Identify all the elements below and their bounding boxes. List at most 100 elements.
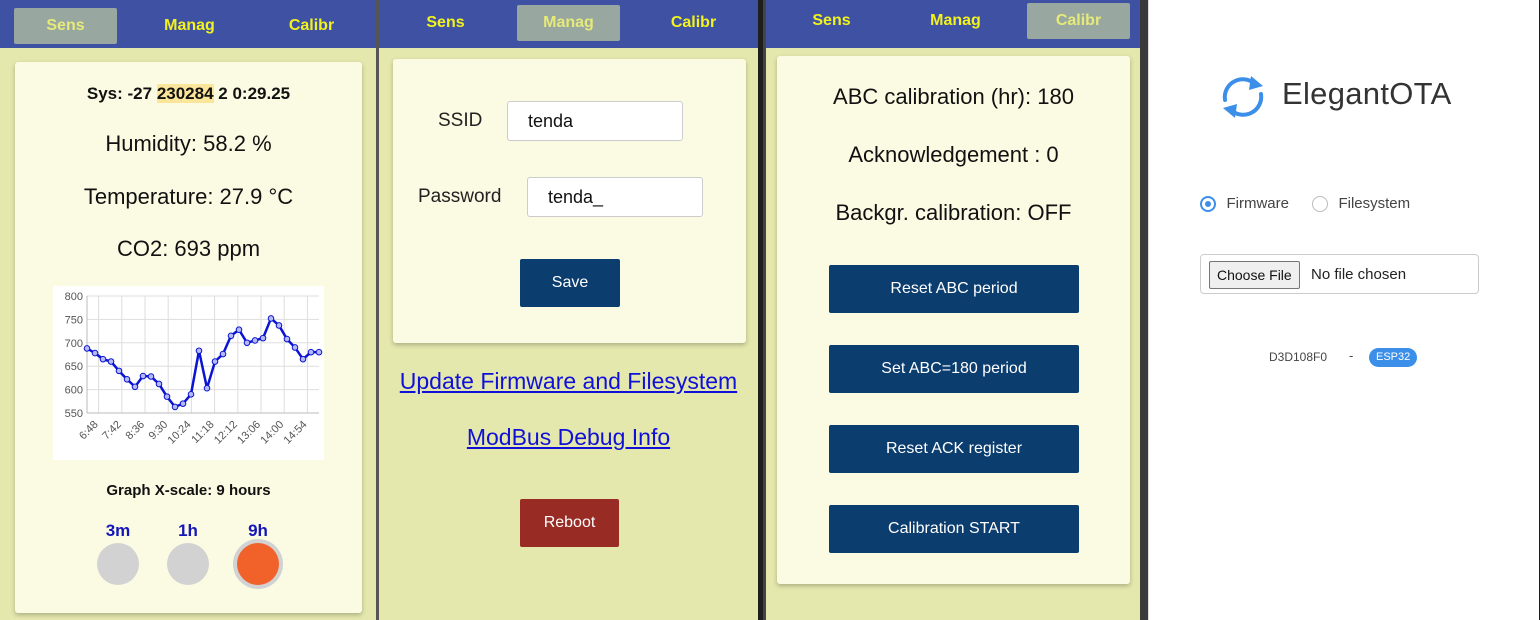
data-point <box>307 348 315 356</box>
x-tick-label: 6:48 <box>77 419 101 443</box>
radio-firmware-label: Firmware <box>1226 195 1289 213</box>
data-point <box>283 335 291 343</box>
ota-panel: ElegantOTA Firmware Filesystem Choose Fi… <box>1148 0 1539 620</box>
device-id: D3D108F0 <box>1269 350 1328 364</box>
data-point <box>187 390 195 398</box>
data-point <box>251 337 259 344</box>
radio-filesystem-dot <box>1312 195 1328 212</box>
sensor-card: Sys: -27 230284 2 0:29.25 Humidity: 58.2… <box>15 62 362 613</box>
reboot-button[interactable]: Reboot <box>520 499 619 547</box>
navbar: Sens Manag Calibr <box>379 0 758 48</box>
choose-file-button[interactable]: Choose File <box>1209 261 1300 289</box>
wifi-card: SSID tenda Password tenda_ Save <box>393 59 746 343</box>
data-point <box>179 400 187 407</box>
data-point <box>203 384 211 392</box>
range-button-9h[interactable] <box>237 543 279 585</box>
tab-calibr[interactable]: Calibr <box>1027 3 1130 39</box>
co2-reading: CO2: 693 ppm <box>116 236 261 261</box>
update-firmware-link[interactable]: Update Firmware and Filesystem <box>379 368 758 395</box>
data-point <box>131 383 139 391</box>
data-point <box>219 350 227 358</box>
ota-logo: ElegantOTA <box>1215 72 1475 122</box>
set-abc-button[interactable]: Set ABC=180 period <box>829 345 1079 393</box>
sys-suffix: 2 0:29.25 <box>213 84 291 103</box>
calibration-start-button[interactable]: Calibration START <box>829 505 1079 553</box>
x-tick-label: 14:54 <box>282 419 310 447</box>
graph-scale-label: Graph X-scale: 9 hours <box>106 482 271 499</box>
data-point <box>155 380 163 388</box>
range-button-1h[interactable] <box>167 543 209 585</box>
data-point <box>99 355 107 363</box>
tab-manag[interactable]: Manag <box>904 3 1007 39</box>
reset-abc-button[interactable]: Reset ABC period <box>829 265 1079 313</box>
y-tick-label: 700 <box>65 338 83 350</box>
tab-manag[interactable]: Manag <box>138 8 241 44</box>
tab-calibr[interactable]: Calibr <box>642 5 745 41</box>
file-input[interactable]: Choose File No file chosen <box>1200 254 1479 294</box>
acknowledgement-status: Acknowledgement : 0 <box>848 142 1059 167</box>
data-point <box>123 376 131 383</box>
platform-badge: ESP32 <box>1369 348 1418 367</box>
x-tick-label: 14:00 <box>258 419 286 447</box>
tab-calibr[interactable]: Calibr <box>260 8 363 44</box>
ssid-input[interactable]: tenda <box>507 101 683 141</box>
data-point <box>227 332 235 340</box>
sens-panel: Sens Manag Calibr Sys: -27 230284 2 0:29… <box>0 0 379 620</box>
humidity-reading: Humidity: 58.2 % <box>105 131 272 156</box>
temperature-reading: Temperature: 27.9 °C <box>83 184 294 209</box>
reset-ack-button[interactable]: Reset ACK register <box>829 425 1079 473</box>
x-tick-label: 13:06 <box>235 419 263 447</box>
background-calibration-status: Backgr. calibration: OFF <box>835 200 1072 225</box>
calibr-panel: Sens Manag Calibr ABC calibration (hr): … <box>763 0 1143 620</box>
y-tick-label: 750 <box>65 314 83 326</box>
data-point <box>163 393 171 400</box>
x-tick-label: 11:18 <box>189 419 216 446</box>
password-input[interactable]: tenda_ <box>527 177 703 217</box>
data-point <box>107 358 115 365</box>
x-tick-label: 10:24 <box>166 419 194 447</box>
save-button[interactable]: Save <box>520 259 620 307</box>
range-label-1h: 1h <box>178 521 198 540</box>
sync-icon <box>1222 76 1264 118</box>
modbus-debug-link[interactable]: ModBus Debug Info <box>379 424 758 451</box>
data-point <box>211 358 219 365</box>
ssid-label: SSID <box>438 110 483 131</box>
radio-filesystem-label: Filesystem <box>1338 195 1411 213</box>
tab-manag[interactable]: Manag <box>517 5 620 41</box>
data-point <box>171 403 179 411</box>
sys-highlight: 230284 <box>156 84 214 103</box>
y-tick-label: 600 <box>65 385 83 397</box>
ota-brand: ElegantOTA <box>1282 76 1452 111</box>
y-tick-label: 650 <box>65 361 83 373</box>
co2-chart: 8007507006506005506:48 7:42 8:36 9:3010:241… <box>53 286 324 460</box>
data-point <box>267 315 275 322</box>
sys-status: Sys: -27 230284 2 0:29.25 <box>15 84 362 104</box>
navbar: Sens Manag Calibr <box>766 0 1143 48</box>
range-label-3m: 3m <box>105 521 131 540</box>
background-strip <box>1140 0 1148 620</box>
data-point <box>91 349 99 357</box>
sys-prefix: Sys: -27 <box>86 84 157 103</box>
x-tick-label: 7:42 <box>100 419 124 443</box>
navbar: Sens Manag Calibr <box>0 0 376 48</box>
data-point <box>315 348 323 356</box>
device-separator: - <box>1349 348 1354 363</box>
calibration-card: ABC calibration (hr): 180 Acknowledgemen… <box>777 56 1130 584</box>
data-point <box>275 322 283 329</box>
password-label: Password <box>418 186 502 207</box>
radio-firmware-dot <box>1200 195 1216 212</box>
manag-panel: Sens Manag Calibr SSID tenda Password te… <box>379 0 758 620</box>
radio-filesystem[interactable]: Filesystem <box>1312 195 1410 213</box>
tab-sens[interactable]: Sens <box>14 8 117 44</box>
tab-sens[interactable]: Sens <box>394 5 497 41</box>
data-point <box>291 344 299 351</box>
tab-sens[interactable]: Sens <box>780 3 883 39</box>
radio-firmware[interactable]: Firmware <box>1200 195 1289 213</box>
range-button-3m[interactable] <box>97 543 139 585</box>
y-tick-label: 550 <box>65 408 83 420</box>
file-status: No file chosen <box>1311 266 1407 283</box>
data-point <box>259 334 267 342</box>
data-point <box>299 355 307 363</box>
y-tick-label: 800 <box>65 291 83 303</box>
data-point <box>195 347 203 355</box>
